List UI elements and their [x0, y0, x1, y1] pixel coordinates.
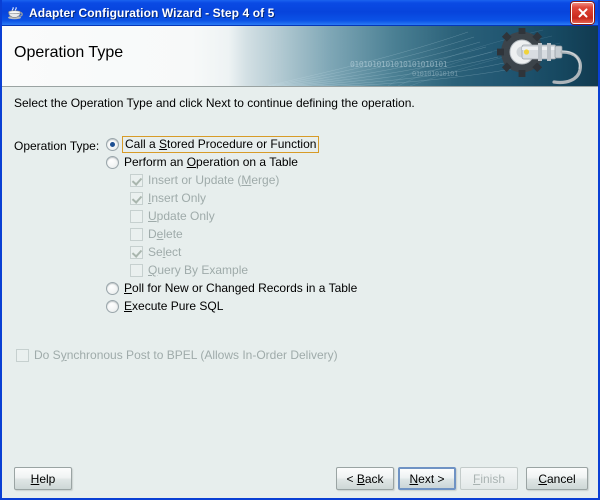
radio-perform-operation-on-table[interactable] [106, 155, 119, 169]
checkbox-label-insert-only: Insert Only [148, 191, 207, 205]
operation-type-label: Operation Type: [14, 139, 100, 153]
checkbox-row-delete: Delete [106, 225, 526, 243]
help-button-label: Help [30, 471, 56, 486]
checkbox-select [130, 245, 143, 259]
checkbox-row-query-by-example: Query By Example [106, 261, 526, 279]
window-title: Adapter Configuration Wizard - Step 4 of… [29, 5, 275, 20]
checkbox-insert-only [130, 191, 143, 205]
finish-button-label: Finish [472, 471, 506, 486]
help-button[interactable]: Help [14, 467, 72, 490]
radio-execute-pure-sql[interactable] [106, 299, 119, 313]
title-bar: Adapter Configuration Wizard - Step 4 of… [2, 0, 598, 26]
next-button[interactable]: Next > [398, 467, 456, 490]
checkbox-row-select: Select [106, 243, 526, 261]
wizard-content: Select the Operation Type and click Next… [2, 87, 598, 458]
page-title: Operation Type [14, 44, 124, 61]
radio-row-call-stored-procedure[interactable]: Call a Stored Procedure or Function [106, 135, 526, 153]
checkbox-label-delete: Delete [148, 227, 183, 241]
cancel-button[interactable]: Cancel [526, 467, 588, 490]
checkbox-label-update-only: Update Only [148, 209, 215, 223]
back-button-label: < Back [346, 471, 384, 486]
checkbox-row-insert-only: Insert Only [106, 189, 526, 207]
radio-row-perform-operation-on-table[interactable]: Perform an Operation on a Table [106, 153, 526, 171]
next-button-label: Next > [409, 471, 445, 486]
cancel-button-label: Cancel [538, 471, 576, 486]
checkbox-label-query-by-example: Query By Example [148, 263, 249, 277]
checkbox-row-insert-or-update-merge: Insert or Update (Merge) [106, 171, 526, 189]
radio-row-poll-for-records[interactable]: Poll for New or Changed Records in a Tab… [106, 279, 526, 297]
checkbox-row-update-only: Update Only [106, 207, 526, 225]
finish-button: Finish [460, 467, 518, 490]
back-button[interactable]: < Back [336, 467, 394, 490]
gear-cable-icon [492, 27, 590, 86]
checkbox-delete [130, 227, 143, 241]
radio-label-call-stored-procedure: Call a Stored Procedure or Function [122, 135, 320, 153]
java-coffee-cup-icon [6, 4, 24, 22]
radio-label-execute-pure-sql: Execute Pure SQL [124, 299, 224, 313]
radio-call-stored-procedure[interactable] [106, 137, 119, 151]
operation-type-options: Call a Stored Procedure or Function Perf… [106, 135, 526, 315]
checkbox-label-insert-or-update-merge: Insert or Update (Merge) [148, 173, 280, 187]
checkbox-do-synchronous-post-to-bpel [16, 348, 29, 362]
checkbox-update-only [130, 209, 143, 223]
radio-row-execute-pure-sql[interactable]: Execute Pure SQL [106, 297, 526, 315]
wizard-banner: 0101010101010101010101 010101010101 Oper… [2, 26, 598, 87]
checkbox-query-by-example [130, 263, 143, 277]
checkbox-insert-or-update-merge [130, 173, 143, 187]
checkbox-label-select: Select [148, 245, 182, 259]
radio-label-poll-for-records: Poll for New or Changed Records in a Tab… [124, 281, 358, 295]
checkbox-label-do-synchronous-post-to-bpel: Do Synchronous Post to BPEL (Allows In-O… [34, 348, 338, 362]
instruction-text: Select the Operation Type and click Next… [14, 96, 415, 110]
close-icon[interactable] [571, 1, 594, 24]
wizard-window: Adapter Configuration Wizard - Step 4 of… [0, 0, 600, 500]
checkbox-row-do-synchronous-post-to-bpel: Do Synchronous Post to BPEL (Allows In-O… [16, 346, 338, 364]
radio-poll-for-records[interactable] [106, 281, 119, 295]
radio-label-perform-operation-on-table: Perform an Operation on a Table [124, 155, 298, 169]
wizard-button-bar: Help < Back Next > Finish Cancel [2, 458, 598, 498]
